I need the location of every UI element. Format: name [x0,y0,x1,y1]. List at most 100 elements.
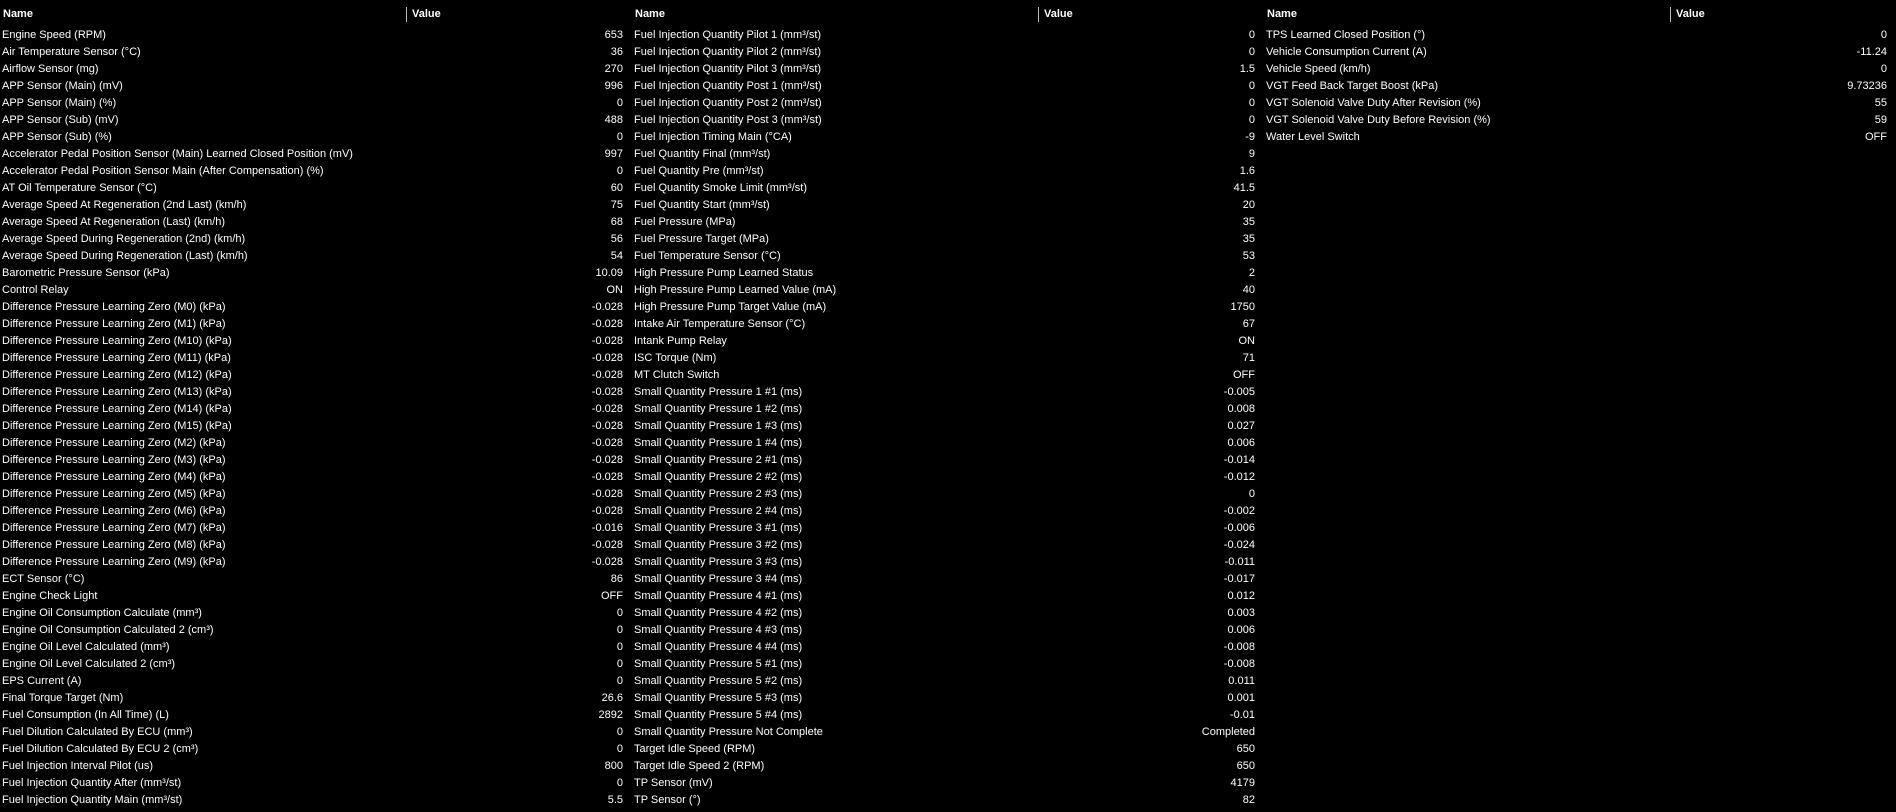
table-row[interactable]: AT Oil Temperature Sensor (°C) 60 [0,180,632,197]
table-row[interactable]: VGT Solenoid Valve Duty After Revision (… [1264,95,1896,112]
table-row[interactable]: Average Speed At Regeneration (2nd Last)… [0,197,632,214]
table-row[interactable]: Small Quantity Pressure 3 #2 (ms) -0.024 [632,537,1264,554]
table-row[interactable]: VGT Feed Back Target Boost (kPa) 9.73236 [1264,78,1896,95]
table-row[interactable]: Small Quantity Pressure 5 #4 (ms) -0.01 [632,707,1264,724]
table-row[interactable]: Difference Pressure Learning Zero (M11) … [0,350,632,367]
table-row[interactable]: Small Quantity Pressure 2 #4 (ms) -0.002 [632,503,1264,520]
table-row[interactable]: Small Quantity Pressure 2 #2 (ms) -0.012 [632,469,1264,486]
table-row[interactable]: Small Quantity Pressure 4 #2 (ms) 0.003 [632,605,1264,622]
table-row[interactable]: Vehicle Speed (km/h) 0 [1264,61,1896,78]
table-row[interactable]: Small Quantity Pressure 4 #1 (ms) 0.012 [632,588,1264,605]
table-row[interactable]: APP Sensor (Sub) (mV) 488 [0,112,632,129]
table-row[interactable]: Difference Pressure Learning Zero (M0) (… [0,299,632,316]
table-row[interactable]: High Pressure Pump Learned Status 2 [632,265,1264,282]
table-row[interactable]: Fuel Injection Quantity Post 1 (mm³/st) 0 [632,78,1264,95]
table-row[interactable]: Difference Pressure Learning Zero (M4) (… [0,469,632,486]
table-row[interactable]: Target Idle Speed 2 (RPM) 650 [632,758,1264,775]
table-row[interactable]: Difference Pressure Learning Zero (M3) (… [0,452,632,469]
table-row[interactable]: Small Quantity Pressure 5 #1 (ms) -0.008 [632,656,1264,673]
table-row[interactable]: Accelerator Pedal Position Sensor Main (… [0,163,632,180]
value-column-header[interactable]: Value [1039,6,1264,23]
table-row[interactable]: High Pressure Pump Learned Value (mA) 40 [632,282,1264,299]
table-row[interactable]: Difference Pressure Learning Zero (M8) (… [0,537,632,554]
name-column-header[interactable]: Name [632,6,1039,23]
table-row[interactable]: Small Quantity Pressure 2 #1 (ms) -0.014 [632,452,1264,469]
table-row[interactable]: Fuel Injection Quantity Pilot 1 (mm³/st)… [632,27,1264,44]
table-row[interactable]: Difference Pressure Learning Zero (M1) (… [0,316,632,333]
table-row[interactable]: High Pressure Pump Target Value (mA) 1750 [632,299,1264,316]
table-row[interactable]: ISC Torque (Nm) 71 [632,350,1264,367]
table-row[interactable]: Engine Speed (RPM) 653 [0,27,632,44]
table-row[interactable]: Average Speed At Regeneration (Last) (km… [0,214,632,231]
table-row[interactable]: APP Sensor (Main) (%) 0 [0,95,632,112]
value-column-header[interactable]: Value [1671,6,1896,23]
table-row[interactable]: Vehicle Consumption Current (A) -11.24 [1264,44,1896,61]
table-row[interactable]: Fuel Injection Quantity Main (mm³/st) 5.5 [0,792,632,809]
table-row[interactable]: Small Quantity Pressure 1 #2 (ms) 0.008 [632,401,1264,418]
table-row[interactable]: Difference Pressure Learning Zero (M15) … [0,418,632,435]
table-row[interactable]: Engine Oil Consumption Calculated 2 (cm³… [0,622,632,639]
column-resize-handle[interactable] [406,7,407,22]
table-row[interactable]: Water Level Switch OFF [1264,129,1896,146]
table-row[interactable]: Small Quantity Pressure Not Complete Comp… [632,724,1264,741]
column-resize-handle[interactable] [1038,7,1039,22]
table-row[interactable]: Fuel Injection Quantity Post 3 (mm³/st) 0 [632,112,1264,129]
table-row[interactable]: APP Sensor (Sub) (%) 0 [0,129,632,146]
table-row[interactable]: Control Relay ON [0,282,632,299]
table-row[interactable]: Engine Check Light OFF [0,588,632,605]
table-row[interactable]: Difference Pressure Learning Zero (M10) … [0,333,632,350]
table-row[interactable]: Average Speed During Regeneration (2nd) … [0,231,632,248]
value-column-header[interactable]: Value [407,6,632,23]
table-row[interactable]: Fuel Dilution Calculated By ECU 2 (cm³) 0 [0,741,632,758]
table-row[interactable]: TP Sensor (°) 82 [632,792,1264,809]
table-row[interactable]: Small Quantity Pressure 5 #3 (ms) 0.001 [632,690,1264,707]
table-row[interactable]: VGT Solenoid Valve Duty Before Revision … [1264,112,1896,129]
table-row[interactable]: Fuel Quantity Pre (mm³/st) 1.6 [632,163,1264,180]
table-row[interactable]: Small Quantity Pressure 5 #2 (ms) 0.011 [632,673,1264,690]
table-row[interactable]: Small Quantity Pressure 1 #3 (ms) 0.027 [632,418,1264,435]
table-row[interactable]: Air Temperature Sensor (°C) 36 [0,44,632,61]
table-row[interactable]: Engine Oil Consumption Calculate (mm³) 0 [0,605,632,622]
table-row[interactable]: Small Quantity Pressure 3 #4 (ms) -0.017 [632,571,1264,588]
table-row[interactable]: Difference Pressure Learning Zero (M12) … [0,367,632,384]
table-row[interactable]: ECT Sensor (°C) 86 [0,571,632,588]
table-row[interactable]: Accelerator Pedal Position Sensor (Main)… [0,146,632,163]
table-row[interactable]: Fuel Quantity Final (mm³/st) 9 [632,146,1264,163]
table-row[interactable]: Small Quantity Pressure 3 #3 (ms) -0.011 [632,554,1264,571]
table-row[interactable]: Difference Pressure Learning Zero (M2) (… [0,435,632,452]
table-row[interactable]: Small Quantity Pressure 4 #3 (ms) 0.006 [632,622,1264,639]
table-row[interactable]: Small Quantity Pressure 4 #4 (ms) -0.008 [632,639,1264,656]
table-row[interactable]: Target Idle Speed (RPM) 650 [632,741,1264,758]
table-row[interactable]: Difference Pressure Learning Zero (M14) … [0,401,632,418]
table-row[interactable]: Intank Pump Relay ON [632,333,1264,350]
table-row[interactable]: Small Quantity Pressure 2 #3 (ms) 0 [632,486,1264,503]
table-row[interactable]: Fuel Injection Quantity Pilot 3 (mm³/st)… [632,61,1264,78]
table-row[interactable]: Small Quantity Pressure 1 #1 (ms) -0.005 [632,384,1264,401]
table-row[interactable]: Fuel Pressure Target (MPa) 35 [632,231,1264,248]
name-column-header[interactable]: Name [1264,6,1671,23]
table-row[interactable]: EPS Current (A) 0 [0,673,632,690]
table-row[interactable]: MT Clutch Switch OFF [632,367,1264,384]
table-row[interactable]: Difference Pressure Learning Zero (M6) (… [0,503,632,520]
table-row[interactable]: Fuel Injection Quantity Pilot 2 (mm³/st)… [632,44,1264,61]
table-row[interactable]: Airflow Sensor (mg) 270 [0,61,632,78]
table-row[interactable]: Fuel Injection Quantity After (mm³/st) 0 [0,775,632,792]
table-row[interactable]: Fuel Injection Interval Pilot (us) 800 [0,758,632,775]
table-row[interactable]: Engine Oil Level Calculated (mm³) 0 [0,639,632,656]
table-row[interactable]: Final Torque Target (Nm) 26.6 [0,690,632,707]
table-row[interactable]: Difference Pressure Learning Zero (M13) … [0,384,632,401]
table-row[interactable]: Engine Oil Level Calculated 2 (cm³) 0 [0,656,632,673]
table-row[interactable]: Small Quantity Pressure 1 #4 (ms) 0.006 [632,435,1264,452]
table-row[interactable]: APP Sensor (Main) (mV) 996 [0,78,632,95]
table-row[interactable]: Barometric Pressure Sensor (kPa) 10.09 [0,265,632,282]
table-row[interactable]: Difference Pressure Learning Zero (M5) (… [0,486,632,503]
table-row[interactable]: Difference Pressure Learning Zero (M7) (… [0,520,632,537]
name-column-header[interactable]: Name [0,6,407,23]
table-row[interactable]: Fuel Quantity Start (mm³/st) 20 [632,197,1264,214]
table-row[interactable]: Fuel Pressure (MPa) 35 [632,214,1264,231]
table-row[interactable]: Fuel Temperature Sensor (°C) 53 [632,248,1264,265]
table-row[interactable]: Small Quantity Pressure 3 #1 (ms) -0.006 [632,520,1264,537]
table-row[interactable]: Average Speed During Regeneration (Last)… [0,248,632,265]
table-row[interactable]: TPS Learned Closed Position (°) 0 [1264,27,1896,44]
table-row[interactable]: Fuel Injection Timing Main (°CA) -9 [632,129,1264,146]
